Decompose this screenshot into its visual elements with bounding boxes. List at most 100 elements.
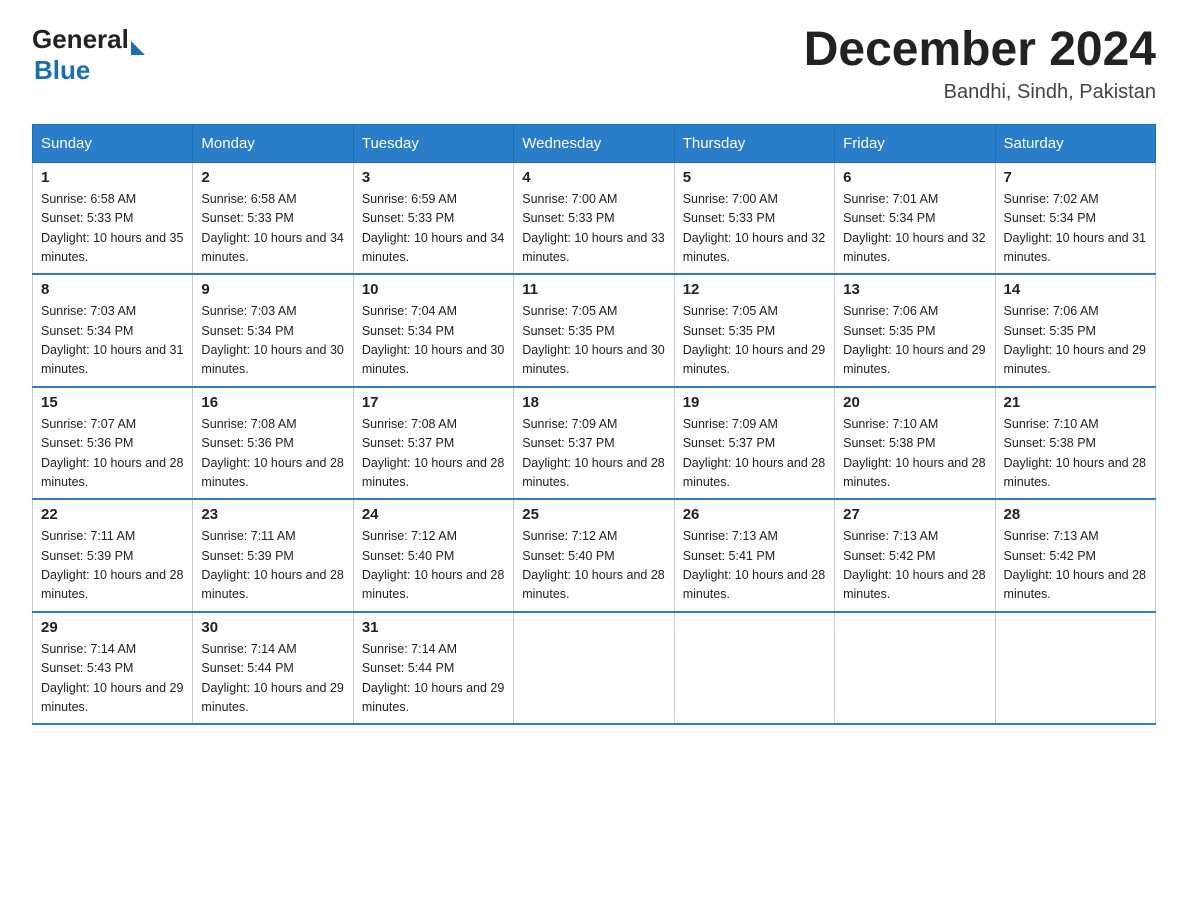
calendar-cell: 27Sunrise: 7:13 AMSunset: 5:42 PMDayligh… (835, 499, 995, 612)
day-number: 28 (1004, 506, 1147, 523)
calendar-cell: 21 Sunrise: 7:10 AMSunset: 5:38 PMDayligh… (995, 387, 1155, 500)
day-number: 14 (1004, 281, 1147, 298)
logo: General Blue (32, 24, 145, 86)
day-number: 16 (201, 394, 344, 411)
day-number: 1 (41, 169, 184, 186)
day-number: 8 (41, 281, 184, 298)
day-info: Sunrise: 6:58 AMSunset: 5:33 PMDaylight:… (41, 190, 184, 268)
day-number: 31 (362, 619, 505, 636)
day-info: Sunrise: 7:11 AMSunset: 5:39 PMDaylight:… (41, 527, 184, 605)
calendar-cell: 13 Sunrise: 7:06 AMSunset: 5:35 PMDayligh… (835, 274, 995, 387)
day-number: 7 (1004, 169, 1147, 186)
calendar-body: 1 Sunrise: 6:58 AMSunset: 5:33 PMDaylight… (33, 162, 1156, 724)
day-info: Sunrise: 7:02 AMSunset: 5:34 PMDaylight:… (1004, 190, 1147, 268)
calendar-cell: 2 Sunrise: 6:58 AMSunset: 5:33 PMDaylight… (193, 162, 353, 274)
week-row-5: 29 Sunrise: 7:14 AMSunset: 5:43 PMDayligh… (33, 612, 1156, 725)
calendar-cell (995, 612, 1155, 725)
header-day-monday: Monday (193, 124, 353, 162)
calendar-cell: 24Sunrise: 7:12 AMSunset: 5:40 PMDayligh… (353, 499, 513, 612)
day-info: Sunrise: 7:08 AMSunset: 5:37 PMDaylight:… (362, 415, 505, 493)
day-number: 21 (1004, 394, 1147, 411)
day-number: 26 (683, 506, 826, 523)
day-info: Sunrise: 7:08 AMSunset: 5:36 PMDaylight:… (201, 415, 344, 493)
day-info: Sunrise: 7:03 AMSunset: 5:34 PMDaylight:… (201, 302, 344, 380)
day-number: 17 (362, 394, 505, 411)
day-info: Sunrise: 7:03 AMSunset: 5:34 PMDaylight:… (41, 302, 184, 380)
day-info: Sunrise: 7:06 AMSunset: 5:35 PMDaylight:… (1004, 302, 1147, 380)
day-number: 5 (683, 169, 826, 186)
day-number: 25 (522, 506, 665, 523)
week-row-4: 22 Sunrise: 7:11 AMSunset: 5:39 PMDayligh… (33, 499, 1156, 612)
day-info: Sunrise: 7:04 AMSunset: 5:34 PMDaylight:… (362, 302, 505, 380)
day-number: 12 (683, 281, 826, 298)
day-info: Sunrise: 7:07 AMSunset: 5:36 PMDaylight:… (41, 415, 184, 493)
day-number: 29 (41, 619, 184, 636)
logo-general-text: General (32, 24, 129, 55)
day-info: Sunrise: 6:58 AMSunset: 5:33 PMDaylight:… (201, 190, 344, 268)
day-number: 4 (522, 169, 665, 186)
day-info: Sunrise: 7:09 AMSunset: 5:37 PMDaylight:… (683, 415, 826, 493)
day-info: Sunrise: 7:09 AMSunset: 5:37 PMDaylight:… (522, 415, 665, 493)
calendar-cell: 10Sunrise: 7:04 AMSunset: 5:34 PMDayligh… (353, 274, 513, 387)
day-number: 11 (522, 281, 665, 298)
calendar-cell: 15 Sunrise: 7:07 AMSunset: 5:36 PMDayligh… (33, 387, 193, 500)
day-info: Sunrise: 7:14 AMSunset: 5:43 PMDaylight:… (41, 640, 184, 718)
header-day-tuesday: Tuesday (353, 124, 513, 162)
calendar-cell: 29 Sunrise: 7:14 AMSunset: 5:43 PMDayligh… (33, 612, 193, 725)
day-number: 13 (843, 281, 986, 298)
day-number: 20 (843, 394, 986, 411)
calendar-cell: 23 Sunrise: 7:11 AMSunset: 5:39 PMDayligh… (193, 499, 353, 612)
day-number: 15 (41, 394, 184, 411)
calendar-cell: 16 Sunrise: 7:08 AMSunset: 5:36 PMDayligh… (193, 387, 353, 500)
day-number: 22 (41, 506, 184, 523)
location-title: Bandhi, Sindh, Pakistan (804, 81, 1156, 104)
calendar-cell: 17 Sunrise: 7:08 AMSunset: 5:37 PMDayligh… (353, 387, 513, 500)
calendar-cell: 11 Sunrise: 7:05 AMSunset: 5:35 PMDayligh… (514, 274, 674, 387)
day-number: 30 (201, 619, 344, 636)
week-row-2: 8 Sunrise: 7:03 AMSunset: 5:34 PMDaylight… (33, 274, 1156, 387)
week-row-3: 15 Sunrise: 7:07 AMSunset: 5:36 PMDayligh… (33, 387, 1156, 500)
header-day-saturday: Saturday (995, 124, 1155, 162)
day-info: Sunrise: 7:10 AMSunset: 5:38 PMDaylight:… (1004, 415, 1147, 493)
day-info: Sunrise: 7:06 AMSunset: 5:35 PMDaylight:… (843, 302, 986, 380)
calendar-cell: 8 Sunrise: 7:03 AMSunset: 5:34 PMDaylight… (33, 274, 193, 387)
logo-triangle-icon (131, 41, 145, 55)
month-title: December 2024 (804, 24, 1156, 77)
day-number: 3 (362, 169, 505, 186)
calendar-cell (674, 612, 834, 725)
day-number: 27 (843, 506, 986, 523)
calendar-cell: 22 Sunrise: 7:11 AMSunset: 5:39 PMDayligh… (33, 499, 193, 612)
day-info: Sunrise: 7:00 AMSunset: 5:33 PMDaylight:… (683, 190, 826, 268)
calendar-cell: 14 Sunrise: 7:06 AMSunset: 5:35 PMDayligh… (995, 274, 1155, 387)
day-number: 6 (843, 169, 986, 186)
day-number: 18 (522, 394, 665, 411)
calendar-cell (514, 612, 674, 725)
day-info: Sunrise: 6:59 AMSunset: 5:33 PMDaylight:… (362, 190, 505, 268)
header-day-sunday: Sunday (33, 124, 193, 162)
header-row: SundayMondayTuesdayWednesdayThursdayFrid… (33, 124, 1156, 162)
calendar-cell: 9Sunrise: 7:03 AMSunset: 5:34 PMDaylight… (193, 274, 353, 387)
logo-blue-text: Blue (34, 55, 90, 86)
calendar-cell: 26 Sunrise: 7:13 AMSunset: 5:41 PMDayligh… (674, 499, 834, 612)
title-section: December 2024 Bandhi, Sindh, Pakistan (804, 24, 1156, 104)
calendar-cell: 18 Sunrise: 7:09 AMSunset: 5:37 PMDayligh… (514, 387, 674, 500)
day-info: Sunrise: 7:05 AMSunset: 5:35 PMDaylight:… (522, 302, 665, 380)
day-info: Sunrise: 7:01 AMSunset: 5:34 PMDaylight:… (843, 190, 986, 268)
calendar-cell: 7 Sunrise: 7:02 AMSunset: 5:34 PMDaylight… (995, 162, 1155, 274)
day-info: Sunrise: 7:13 AMSunset: 5:42 PMDaylight:… (1004, 527, 1147, 605)
day-info: Sunrise: 7:14 AMSunset: 5:44 PMDaylight:… (201, 640, 344, 718)
calendar-cell: 30 Sunrise: 7:14 AMSunset: 5:44 PMDayligh… (193, 612, 353, 725)
calendar-cell: 20Sunrise: 7:10 AMSunset: 5:38 PMDayligh… (835, 387, 995, 500)
calendar-cell: 3 Sunrise: 6:59 AMSunset: 5:33 PMDaylight… (353, 162, 513, 274)
day-info: Sunrise: 7:11 AMSunset: 5:39 PMDaylight:… (201, 527, 344, 605)
day-info: Sunrise: 7:13 AMSunset: 5:41 PMDaylight:… (683, 527, 826, 605)
day-number: 2 (201, 169, 344, 186)
calendar-cell: 6 Sunrise: 7:01 AMSunset: 5:34 PMDaylight… (835, 162, 995, 274)
day-info: Sunrise: 7:12 AMSunset: 5:40 PMDaylight:… (522, 527, 665, 605)
calendar-cell (835, 612, 995, 725)
calendar-cell: 25 Sunrise: 7:12 AMSunset: 5:40 PMDayligh… (514, 499, 674, 612)
calendar-cell: 31Sunrise: 7:14 AMSunset: 5:44 PMDayligh… (353, 612, 513, 725)
calendar-table: SundayMondayTuesdayWednesdayThursdayFrid… (32, 124, 1156, 726)
header-day-friday: Friday (835, 124, 995, 162)
day-number: 23 (201, 506, 344, 523)
